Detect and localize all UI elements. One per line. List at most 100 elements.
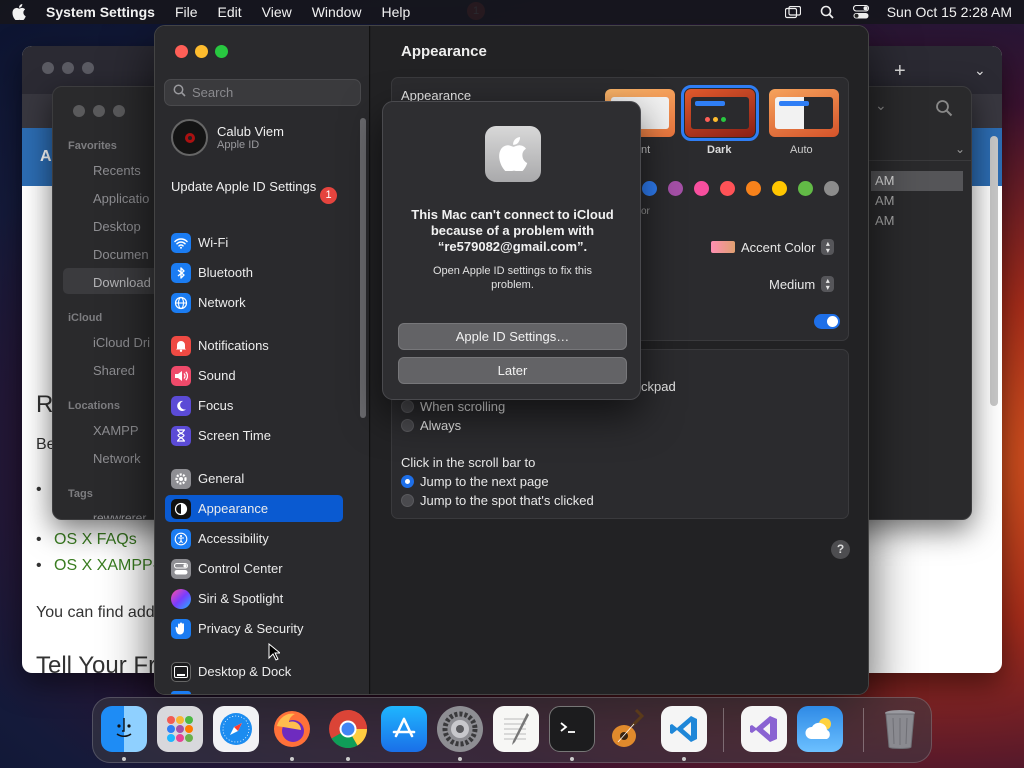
accent-swatch-green[interactable] [798,181,813,196]
sidebar-item-notifications[interactable]: Notifications [165,332,345,359]
search-input[interactable] [192,85,352,100]
sidebar-item-general[interactable]: General [165,465,345,492]
control-center-icon[interactable] [852,5,869,19]
finder-column-header[interactable]: ⌄ [869,139,971,161]
sidebar-item-privacy-security[interactable]: Privacy & Security [165,615,345,642]
apple-id-settings-button[interactable]: Apple ID Settings… [398,323,627,350]
dock-weather-icon[interactable] [797,706,843,752]
wallpaper-tinting-toggle[interactable] [814,314,840,329]
sidebar-item-screen-time[interactable]: Screen Time [165,422,345,449]
settings-search-field[interactable] [164,79,361,106]
finder-tag-item[interactable]: rewwrerer [93,511,146,519]
account-subtitle: Apple ID [217,139,260,151]
accent-swatch-yellow[interactable] [772,181,787,196]
browser-scrollbar[interactable] [990,136,998,406]
link-os-x-xampp[interactable]: OS X XAMPP- [54,557,158,575]
dock-app-store-icon[interactable] [381,706,427,752]
dock-system-settings-icon[interactable] [437,706,483,752]
finder-item-network[interactable]: Network [93,451,141,466]
radio-when-scrolling[interactable] [401,400,414,413]
radio-always[interactable] [401,419,414,432]
sidebar-item-control-center[interactable]: Control Center [165,555,345,582]
menu-clock[interactable]: Sun Oct 15 2:28 AM [887,4,1012,20]
finder-item-recents[interactable]: Recents [93,163,141,178]
finder-search-icon[interactable] [935,99,953,122]
finder-item-downloads[interactable]: Download [93,275,151,290]
sidebar-item-appearance[interactable]: Appearance [165,495,343,522]
finder-item-icloud-drive[interactable]: iCloud Dri [93,335,150,350]
help-button[interactable]: ? [831,540,850,559]
sidebar-icon-size-popup[interactable]: Medium ▴ ▾ [769,276,835,292]
finder-item-applications[interactable]: Applicatio [93,191,149,206]
dock-terminal-icon[interactable] [549,706,595,752]
menu-app-name[interactable]: System Settings [46,4,155,20]
accent-swatch-blue[interactable] [642,181,657,196]
sidebar-item-network[interactable]: Network [165,289,345,316]
dock-trash-icon[interactable] [877,706,923,752]
dock-textedit-icon[interactable] [493,706,539,752]
page-heading-tell: Tell Your Fr [36,652,157,673]
menu-edit[interactable]: Edit [218,4,242,20]
menu-view[interactable]: View [262,4,292,20]
sidebar-item-focus[interactable]: Focus [165,392,345,419]
apple-menu-icon[interactable] [12,4,28,20]
moon-icon [171,395,191,416]
sidebar-item-sound[interactable]: Sound [165,362,345,389]
bluetooth-icon [171,262,191,283]
sidebar-item-bluetooth[interactable]: Bluetooth [165,259,345,286]
finder-item-documents[interactable]: Documen [93,247,149,262]
dock-firefox-icon[interactable] [269,706,315,752]
menu-window[interactable]: Window [312,4,362,20]
dock-chrome-icon[interactable] [325,706,371,752]
tab-list-chevron-icon[interactable]: ⌄ [974,62,986,79]
finder-close-dot[interactable] [73,105,85,117]
window-close-button[interactable] [175,45,188,58]
link-os-x-faqs[interactable]: OS X FAQs [54,531,137,549]
highlight-color-popup[interactable]: Accent Color ▴ ▾ [711,239,835,255]
dock-garageband-icon[interactable] [605,706,651,752]
finder-zoom-dot[interactable] [113,105,125,117]
radio-jump-next-page[interactable] [401,475,414,488]
browser-close-dot[interactable] [42,62,54,74]
accent-swatch-graphite[interactable] [824,181,839,196]
sidebar-item-wifi[interactable]: Wi-Fi [165,229,345,256]
menu-file[interactable]: File [175,4,198,20]
dock-safari-icon[interactable] [213,706,259,752]
finder-item-xampp[interactable]: XAMPP [93,423,139,438]
finder-item-desktop[interactable]: Desktop [93,219,141,234]
table-row[interactable]: AM [871,171,963,191]
browser-minimize-dot[interactable] [62,62,74,74]
browser-zoom-dot[interactable] [82,62,94,74]
accent-swatch-orange[interactable] [746,181,761,196]
window-minimize-button[interactable] [195,45,208,58]
finder-item-shared[interactable]: Shared [93,363,135,378]
sidebar-scrollbar[interactable] [360,118,366,418]
dock-launchpad-icon[interactable] [157,706,203,752]
page-heading: R [36,391,54,418]
accent-swatch-purple[interactable] [668,181,683,196]
table-row[interactable]: AM [871,211,963,231]
accent-swatch-red[interactable] [720,181,735,196]
update-apple-id-settings[interactable]: Update Apple ID Settings [171,179,341,195]
new-tab-plus-icon[interactable]: + [894,60,906,83]
screen-mirroring-icon[interactable] [784,5,801,19]
window-zoom-button[interactable] [215,45,228,58]
sidebar-item-siri-spotlight[interactable]: Siri & Spotlight [165,585,345,612]
apple-id-account[interactable]: Calub Viem Apple ID [171,119,284,156]
menu-help[interactable]: Help [382,4,411,20]
radio-jump-spot[interactable] [401,494,414,507]
bullet: • [36,481,42,498]
dock-finder-icon[interactable] [101,706,147,752]
table-row[interactable]: AM [871,191,963,211]
sidebar-item-desktop-dock[interactable]: Desktop & Dock [165,658,345,685]
later-button[interactable]: Later [398,357,627,384]
finder-minimize-dot[interactable] [93,105,105,117]
finder-chevron-icon[interactable]: ⌄ [875,97,887,114]
dark-mode-thumbnail[interactable] [681,85,759,141]
dock-visual-studio-icon[interactable] [741,706,787,752]
dock-vscode-icon[interactable] [661,706,707,752]
sidebar-item-accessibility[interactable]: Accessibility [165,525,345,552]
spotlight-search-icon[interactable] [819,5,835,19]
auto-mode-thumbnail[interactable] [769,89,839,137]
accent-swatch-pink[interactable] [694,181,709,196]
